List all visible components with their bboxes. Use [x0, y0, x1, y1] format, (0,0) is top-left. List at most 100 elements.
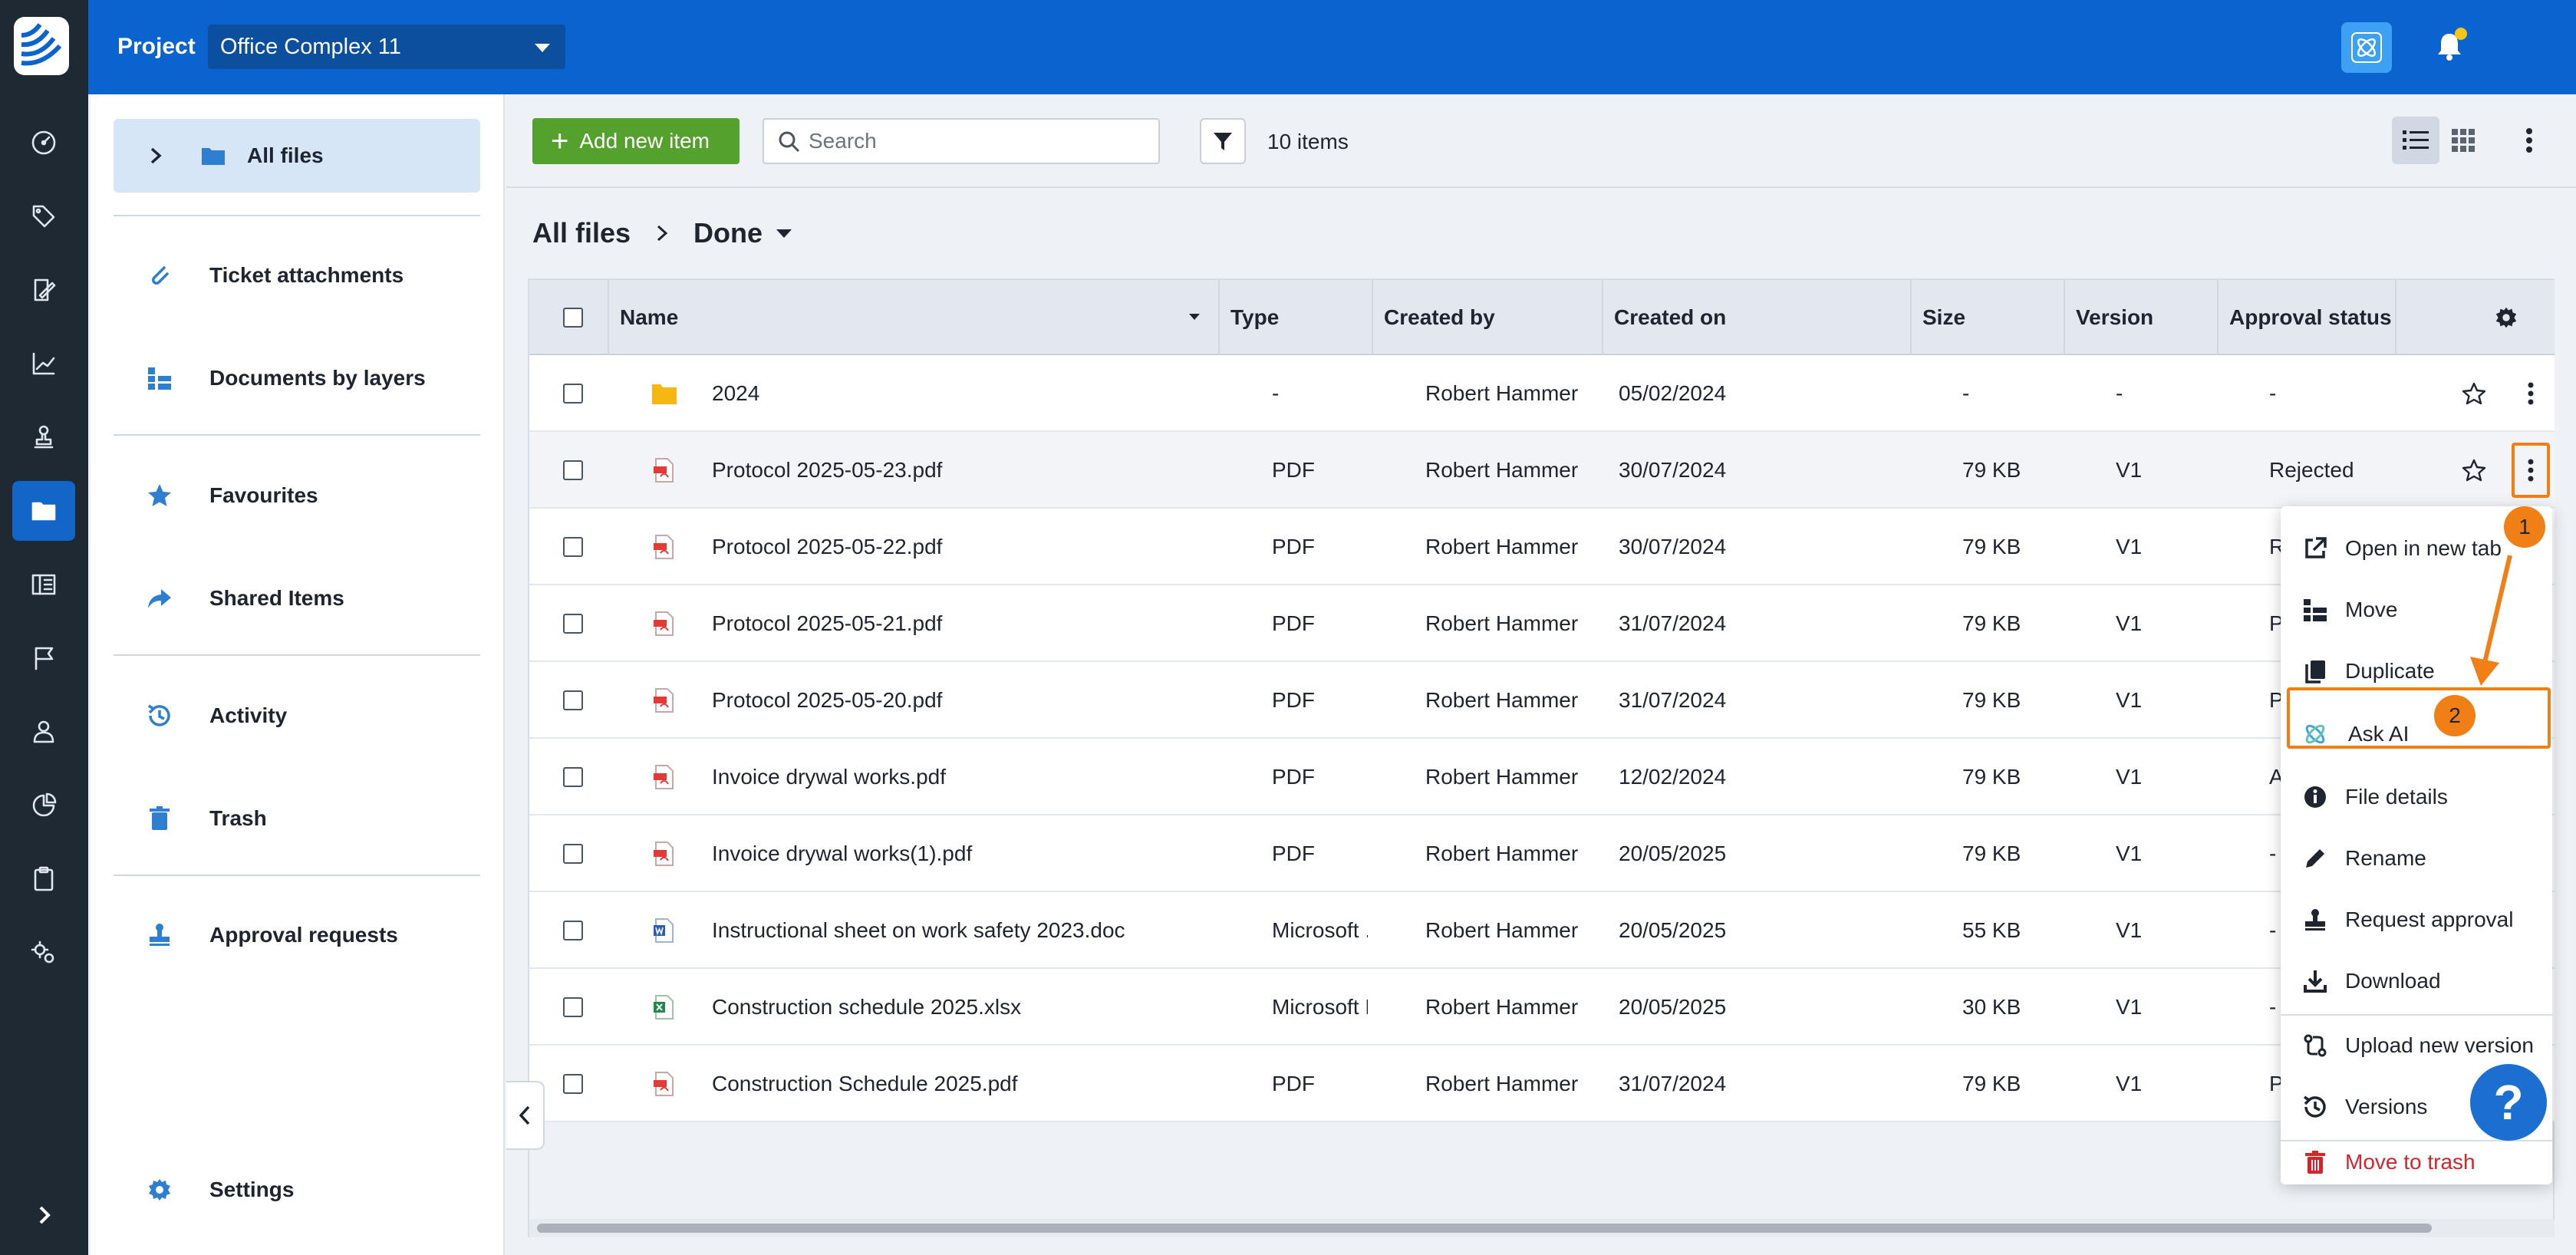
- table-row[interactable]: Construction schedule 2025.xlsx Microsoft…: [529, 969, 2555, 1046]
- table-row[interactable]: Invoice drywal works(1).pdf PDF Robert Ham…: [529, 815, 2555, 892]
- chart-icon[interactable]: [12, 334, 75, 394]
- table-row[interactable]: Protocol 2025-05-22.pdf PDF Robert Hammer 3…: [529, 509, 2555, 585]
- menu-item-label: File details: [2345, 785, 2448, 809]
- stamp-icon[interactable]: [12, 407, 75, 467]
- table-row[interactable]: Protocol 2025-05-23.pdf PDF Robert Hammer 3…: [529, 432, 2555, 509]
- add-new-item-button[interactable]: + Add new item: [532, 118, 740, 164]
- cell-name[interactable]: Protocol 2025-05-22.pdf: [712, 509, 1203, 585]
- row-checkbox[interactable]: [563, 690, 583, 710]
- row-select-cell: [563, 815, 594, 892]
- search-box[interactable]: [763, 118, 1160, 164]
- help-button[interactable]: ?: [2470, 1064, 2547, 1141]
- row-checkbox[interactable]: [563, 614, 583, 634]
- collapse-sidebar-button[interactable]: [506, 1081, 545, 1150]
- row-checkbox[interactable]: [563, 384, 583, 404]
- sidebar-item-approval-requests[interactable]: Approval requests: [114, 898, 480, 972]
- cell-name[interactable]: Protocol 2025-05-21.pdf: [712, 585, 1203, 662]
- cell-name[interactable]: Invoice drywal works.pdf: [712, 739, 1203, 815]
- cell-name[interactable]: Construction schedule 2025.xlsx: [712, 969, 1203, 1046]
- row-select-cell: [563, 969, 594, 1046]
- filter-button[interactable]: [1200, 118, 1246, 164]
- files-icon[interactable]: [12, 481, 75, 541]
- kebab-menu-icon[interactable]: [2512, 355, 2550, 432]
- user-icon[interactable]: [12, 702, 75, 762]
- clipboard-icon[interactable]: [12, 849, 75, 909]
- grid-view-button[interactable]: [2439, 117, 2487, 164]
- cell-name[interactable]: Protocol 2025-05-23.pdf: [712, 432, 1203, 509]
- column-header-type[interactable]: Type: [1218, 280, 1372, 355]
- row-checkbox[interactable]: [563, 537, 583, 557]
- column-header-name[interactable]: Name: [608, 280, 1218, 355]
- sidebar-item-label: Settings: [209, 1178, 295, 1201]
- sidebar-item-trash[interactable]: Trash: [114, 782, 480, 855]
- star-icon[interactable]: [2455, 432, 2493, 509]
- list-view-button[interactable]: [2392, 117, 2439, 164]
- expand-rail-icon[interactable]: [23, 1194, 66, 1237]
- table-row[interactable]: Invoice drywal works.pdf PDF Robert Hammer…: [529, 739, 2555, 815]
- menu-item-label: Download: [2345, 969, 2441, 993]
- row-checkbox[interactable]: [563, 1074, 583, 1094]
- app-logo[interactable]: [14, 17, 69, 75]
- search-input[interactable]: [809, 127, 1146, 155]
- menu-item-request-approval[interactable]: Request approval: [2281, 890, 2552, 950]
- chevron-down-icon[interactable]: [776, 229, 792, 238]
- column-header-approval-status[interactable]: Approval status: [2217, 280, 2395, 355]
- cell-created-by: Robert Hammer: [1425, 688, 1579, 712]
- ai-assistant-button[interactable]: [2341, 22, 2392, 73]
- sidebar-item-all-files[interactable]: All files: [114, 119, 480, 193]
- select-all-checkbox[interactable]: [563, 308, 583, 328]
- sidebar-item-shared-items[interactable]: Shared Items: [114, 562, 480, 635]
- ledger-icon[interactable]: [12, 555, 75, 614]
- pie-chart-icon[interactable]: [12, 776, 75, 835]
- kebab-menu-icon[interactable]: [2512, 443, 2550, 498]
- dashboard-icon[interactable]: [12, 113, 75, 173]
- sidebar-item-activity[interactable]: Activity: [114, 679, 480, 753]
- table-row[interactable]: Protocol 2025-05-20.pdf PDF Robert Hammer 3…: [529, 662, 2555, 739]
- sidebar-item-ticket-attachments[interactable]: Ticket attachments: [114, 239, 480, 312]
- row-checkbox[interactable]: [563, 921, 583, 940]
- cell-name[interactable]: Construction Schedule 2025.pdf: [712, 1046, 1203, 1122]
- breadcrumb-root[interactable]: All files: [532, 217, 631, 249]
- star-icon[interactable]: [2455, 355, 2493, 432]
- more-options-button[interactable]: [2510, 117, 2548, 164]
- menu-item-file-details[interactable]: File details: [2281, 767, 2552, 827]
- row-checkbox[interactable]: [563, 844, 583, 864]
- row-select-cell: [563, 585, 594, 662]
- table-row[interactable]: 2024 - Robert Hammer 05/02/2024 - - -: [529, 355, 2555, 432]
- pdf-file-icon: [641, 739, 687, 815]
- table-row[interactable]: Construction Schedule 2025.pdf PDF Robert …: [529, 1046, 2555, 1122]
- edit-doc-icon[interactable]: [12, 260, 75, 320]
- menu-item-download[interactable]: Download: [2281, 951, 2552, 1011]
- table-row[interactable]: Protocol 2025-05-21.pdf PDF Robert Hammer 3…: [529, 585, 2555, 662]
- breadcrumb-current[interactable]: Done: [693, 217, 763, 249]
- menu-item-rename[interactable]: Rename: [2281, 828, 2552, 888]
- column-header-created-on[interactable]: Created on: [1602, 280, 1910, 355]
- column-label: Size: [1922, 305, 1966, 329]
- tag-icon[interactable]: [12, 186, 75, 246]
- horizontal-scrollbar[interactable]: [529, 1219, 2555, 1237]
- sidebar-item-documents-by-layers[interactable]: Documents by layers: [114, 341, 480, 415]
- flag-icon[interactable]: [12, 628, 75, 688]
- settings-cogs-icon[interactable]: [12, 923, 75, 983]
- cell-name[interactable]: Instructional sheet on work safety 2023.…: [712, 892, 1203, 969]
- column-header-created-by[interactable]: Created by: [1372, 280, 1602, 355]
- column-settings[interactable]: [2395, 280, 2555, 355]
- column-label: Created on: [1614, 305, 1727, 329]
- chevron-right-icon[interactable]: [146, 146, 166, 166]
- column-header-version[interactable]: Version: [2064, 280, 2217, 355]
- cell-name[interactable]: Protocol 2025-05-20.pdf: [712, 662, 1203, 739]
- sidebar-item-favourites[interactable]: Favourites: [114, 459, 480, 532]
- gear-icon: [144, 1174, 175, 1205]
- project-select[interactable]: Office Complex 11: [208, 25, 565, 69]
- scrollbar-thumb[interactable]: [537, 1224, 2432, 1233]
- row-checkbox[interactable]: [563, 460, 583, 480]
- column-header-size[interactable]: Size: [1910, 280, 2064, 355]
- cell-name[interactable]: Invoice drywal works(1).pdf: [712, 815, 1203, 892]
- table-row[interactable]: Instructional sheet on work safety 2023.…: [529, 892, 2555, 969]
- row-checkbox[interactable]: [563, 997, 583, 1017]
- sidebar-item-settings[interactable]: Settings: [114, 1153, 480, 1227]
- row-checkbox[interactable]: [563, 767, 583, 787]
- cell-name[interactable]: 2024: [712, 355, 1203, 432]
- menu-item-move-to-trash[interactable]: Move to trash: [2281, 1140, 2552, 1184]
- sidebar-item-label: Ticket attachments: [209, 263, 404, 287]
